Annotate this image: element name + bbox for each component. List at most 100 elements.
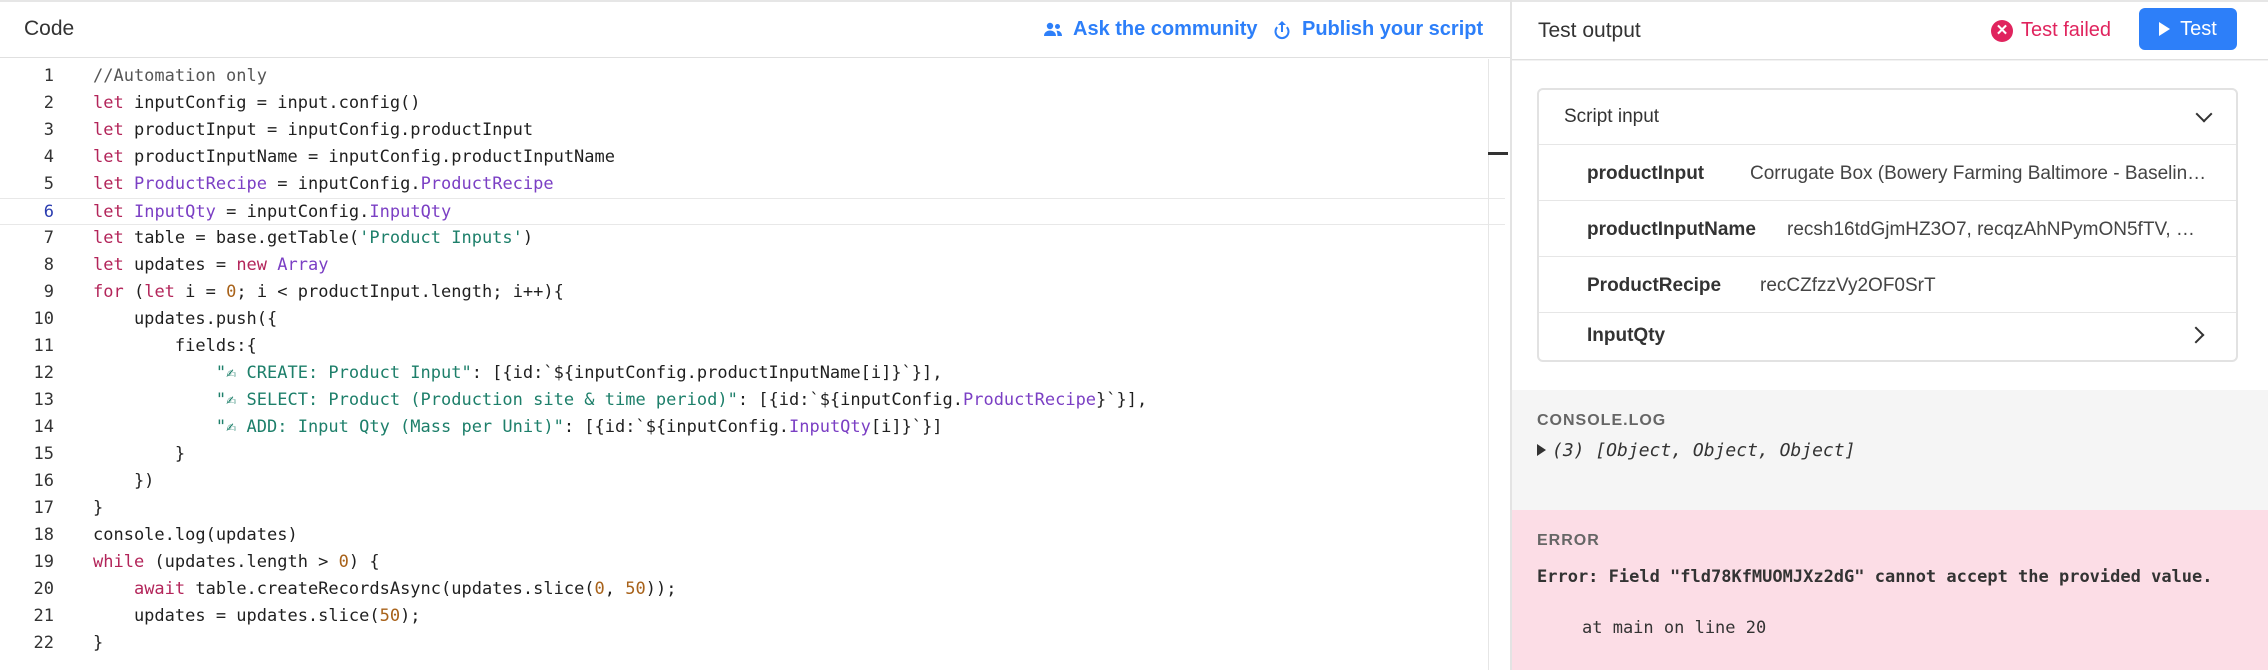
code-line[interactable]: 9 for (let i = 0; i < productInput.length… [0,279,1505,306]
code-text: let updates = new Array [93,255,329,275]
code-text: }) [93,471,155,491]
script-input-title: Script input [1564,106,1660,127]
code-header: Code Ask the community Publish your scri… [0,2,1510,58]
ask-community-link[interactable]: Ask the community [1043,18,1257,41]
code-editor[interactable]: 1 //Automation only 2 let inputConfig = inp… [0,59,1505,670]
code-line[interactable]: 5 let ProductRecipe = inputConfig.Product… [0,171,1505,198]
line-number: 7 [43,228,54,248]
code-line[interactable]: 10 updates.push({ [0,306,1505,333]
error-section: ERROR Error: Field "fld78KfMUOMJXz2dG" c… [1512,510,2268,670]
code-text: //Automation only [93,66,267,86]
code-line[interactable]: 12 "✍ CREATE: Product Input": [{id:`${in… [0,360,1505,387]
expand-triangle-icon[interactable] [1537,444,1546,456]
code-line[interactable]: 22} [0,630,1505,657]
error-message: Error: Field "fld78KfMUOMJXz2dG" cannot … [1537,567,2213,587]
line-number: 17 [33,498,54,518]
error-label: ERROR [1537,532,1600,549]
line-number: 14 [33,417,54,437]
input-key: productInput [1587,163,1705,184]
people-icon [1044,22,1062,36]
input-key: InputQty [1587,325,1666,346]
code-text: let table = base.getTable('Product Input… [93,228,534,248]
publish-script-link[interactable]: Publish your script [1272,18,1483,41]
line-number: 16 [33,471,54,491]
code-line[interactable]: 18 console.log(updates) [0,522,1505,549]
error-location: at main on line 20 [1582,618,1767,638]
code-line[interactable]: 4 let productInputName = inputConfig.prod… [0,144,1505,171]
line-number: 10 [33,309,54,329]
code-line[interactable]: 21 updates = updates.slice(50); [0,603,1505,630]
console-log-label: CONSOLE.LOG [1537,412,1667,429]
chevron-down-icon[interactable] [2195,105,2213,123]
script-input-row-expandable[interactable]: InputQty [1539,308,2236,363]
test-output-pane: Test output ✕ Test failed Test Script in… [1512,0,2268,670]
code-text: let InputQty = inputConfig.InputQty [93,202,452,222]
code-line[interactable]: 13 "✍ SELECT: Product (Production site &… [0,387,1505,414]
code-line[interactable]: 7 let table = base.getTable('Product Inpu… [0,225,1505,252]
line-number: 6 [43,202,54,222]
test-status: ✕ Test failed [1991,19,2111,42]
code-text: let ProductRecipe = inputConfig.ProductR… [93,174,554,194]
code-line[interactable]: 8 let updates = new Array [0,252,1505,279]
code-text: let productInput = inputConfig.productIn… [93,120,534,140]
publish-script-label: Publish your script [1302,18,1484,40]
code-text: "✍ ADD: Input Qty (Mass per Unit)": [{id… [215,417,943,437]
line-number: 20 [33,579,54,599]
console-log-output: (3) [Object, Object, Object] [1552,440,1856,461]
line-number: 19 [33,552,54,572]
code-text: } [93,498,104,518]
line-number: 15 [33,444,54,464]
line-number: 11 [33,336,54,356]
code-line[interactable]: 20 await table.createRecordsAsync(update… [0,576,1505,603]
code-line[interactable]: 1 //Automation only [0,63,1505,90]
error-circle-icon: ✕ [1991,19,2013,42]
input-key: productInputName [1587,219,1756,240]
line-number: 18 [33,525,54,545]
code-line[interactable]: 2 let inputConfig = input.config() [0,90,1505,117]
scrollbar-cursor-marker [1488,152,1508,155]
line-number: 8 [43,255,54,275]
code-line[interactable]: 14 "✍ ADD: Input Qty (Mass per Unit)": [… [0,414,1505,441]
input-key: ProductRecipe [1587,275,1722,296]
code-line[interactable]: 19 while (updates.length > 0) { [0,549,1505,576]
console-log-entry[interactable]: (3) [Object, Object, Object] [1537,440,1855,461]
test-output-body: Script input productInput Corrugate Box … [1512,61,2268,670]
code-line[interactable]: 15 } [0,441,1505,468]
code-line[interactable]: 17} [0,495,1505,522]
test-output-header: Test output ✕ Test failed Test [1512,2,2268,60]
code-line[interactable]: 11 fields:{ [0,333,1505,360]
line-number: 13 [33,390,54,410]
code-line[interactable]: 3 let productInput = inputConfig.productI… [0,117,1505,144]
ask-community-label: Ask the community [1073,18,1258,40]
test-button[interactable]: Test [2139,8,2237,50]
code-text: console.log(updates) [93,525,298,545]
line-number: 5 [43,174,54,194]
line-number: 22 [33,633,54,653]
line-number: 4 [43,147,54,167]
code-text: "✍ SELECT: Product (Production site & ti… [215,390,1148,410]
code-text: } [93,444,186,464]
line-number: 1 [43,66,54,86]
code-text: } [93,633,104,653]
code-pane-title: Code [24,17,75,40]
line-number: 21 [33,606,54,626]
code-line[interactable]: 6 let InputQty = inputConfig.InputQty [0,198,1505,225]
code-line[interactable]: 16 }) [0,468,1505,495]
code-pane: Code Ask the community Publish your scri… [0,0,1510,670]
chevron-right-icon[interactable] [2187,326,2205,344]
code-text: updates.push({ [93,309,278,329]
code-text: for (let i = 0; i < productInput.length;… [93,282,564,302]
code-text: while (updates.length > 0) { [93,552,380,572]
line-number: 3 [43,120,54,140]
script-input-header[interactable]: Script input [1539,90,2236,145]
input-value: recsh16tdGjmHZ3O7, recqzAhNPymON5fTV, … [1787,219,2195,240]
script-input-card: Script input productInput Corrugate Box … [1537,88,2238,362]
script-input-row: productInputName recsh16tdGjmHZ3O7, recq… [1539,202,2236,257]
script-input-row: productInput Corrugate Box (Bowery Farmi… [1539,146,2236,201]
code-text: await table.createRecordsAsync(updates.s… [133,579,677,599]
code-text: updates = updates.slice(50); [93,606,421,626]
code-text: fields:{ [93,336,257,356]
editor-scrollbar[interactable] [1488,59,1510,670]
test-button-label: Test [2180,17,2217,40]
input-value: Corrugate Box (Bowery Farming Baltimore … [1750,163,2207,184]
